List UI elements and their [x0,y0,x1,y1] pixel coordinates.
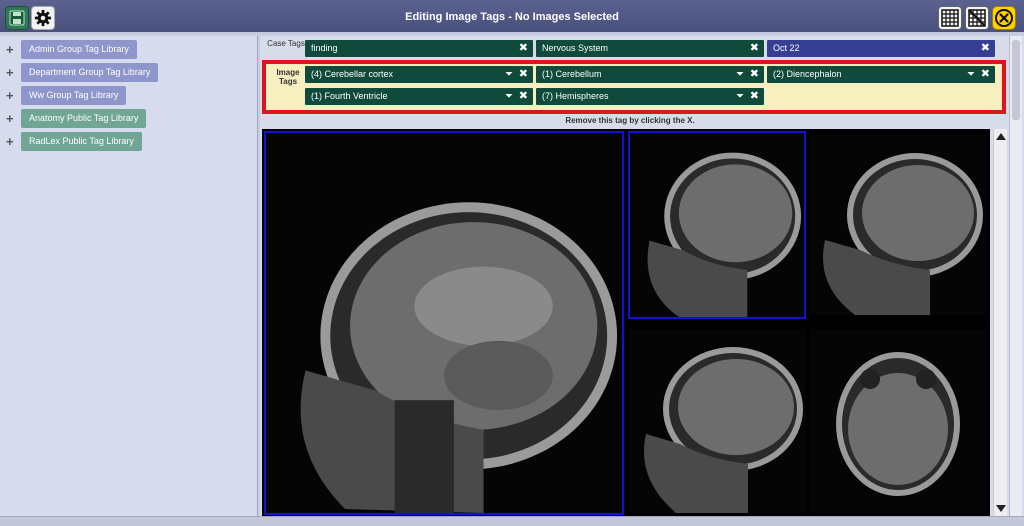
tag-label: Nervous System [542,43,609,53]
case-tag[interactable]: Nervous System ✖ [536,40,764,57]
grid-icon [941,9,959,27]
image-tag[interactable]: (1) Fourth Ventricle ⏷ ✖ [305,88,533,105]
sidebar-item-ww-group[interactable]: + Ww Group Tag Library [6,86,127,105]
mri-sagittal-image [628,329,806,513]
sidebar-item-anatomy-public[interactable]: + Anatomy Public Tag Library [6,109,147,128]
image-thumbnail[interactable] [628,329,806,513]
filter-icon[interactable]: ⏷ [505,66,513,83]
expand-icon[interactable]: + [6,111,18,126]
remove-tag-icon[interactable]: ✖ [750,40,759,57]
panel-scrollbar[interactable] [1009,36,1022,516]
tag-label: (4) Cerebellar cortex [311,69,394,79]
mri-sagittal-image [810,135,986,315]
remove-tag-icon[interactable]: ✖ [519,40,528,57]
expand-icon[interactable]: + [6,42,18,57]
case-tag[interactable]: finding ✖ [305,40,533,57]
mri-sagittal-image [266,133,622,513]
image-tags-label: Image Tags [276,68,300,86]
window-title: Editing Image Tags - No Images Selected [405,11,619,23]
mri-axial-image [810,329,986,513]
expand-icon[interactable]: + [6,88,18,103]
grid-off-icon [968,9,986,27]
tag-label: (1) Fourth Ventricle [311,91,388,101]
sidebar-item-admin-group[interactable]: + Admin Group Tag Library [6,40,137,59]
image-grid [262,129,990,516]
remove-tag-icon[interactable]: ✖ [981,66,990,83]
title-bar: Editing Image Tags - No Images Selected [0,0,1024,34]
image-tags-panel: Image Tags (4) Cerebellar cortex ⏷ ✖ (1)… [262,60,1006,114]
case-tags-label: Case Tags [267,39,305,48]
image-thumbnail[interactable] [810,135,986,315]
remove-tag-icon[interactable]: ✖ [519,88,528,105]
filter-icon[interactable]: ⏷ [505,88,513,105]
filter-icon[interactable]: ⏷ [967,66,975,83]
scroll-down-arrow-icon[interactable] [996,505,1006,512]
tag-label: (7) Hemispheres [542,91,609,101]
image-tag[interactable]: (1) Cerebellum ⏷ ✖ [536,66,764,83]
sidebar-item-department-group[interactable]: + Department Group Tag Library [6,63,159,82]
image-thumbnail[interactable] [628,131,806,319]
case-tag[interactable]: Oct 22 ✖ [767,40,995,57]
sidebar-item-label[interactable]: RadLex Public Tag Library [21,132,142,151]
sidebar-item-label[interactable]: Anatomy Public Tag Library [21,109,147,128]
tag-library-sidebar: + Admin Group Tag Library + Department G… [0,36,258,516]
remove-tag-icon[interactable]: ✖ [519,66,528,83]
sidebar-item-label[interactable]: Ww Group Tag Library [21,86,127,105]
expand-icon[interactable]: + [6,134,18,149]
image-thumbnail[interactable] [810,329,986,513]
tag-label: (1) Cerebellum [542,69,602,79]
tag-label: (2) Diencephalon [773,69,842,79]
image-tag[interactable]: (4) Cerebellar cortex ⏷ ✖ [305,66,533,83]
tag-label: Oct 22 [773,43,800,53]
filter-icon[interactable]: ⏷ [736,88,744,105]
remove-tag-icon[interactable]: ✖ [750,66,759,83]
close-button[interactable] [992,6,1016,30]
remove-tag-icon[interactable]: ✖ [750,88,759,105]
sidebar-item-label[interactable]: Admin Group Tag Library [21,40,137,59]
expand-icon[interactable]: + [6,65,18,80]
status-bar [0,516,1024,526]
app-window: Editing Image Tags - No Images Selected … [0,0,1024,526]
grid-view-button[interactable] [938,6,962,30]
close-circle-icon [995,9,1013,27]
hint-text: Remove this tag by clicking the X. [565,116,695,125]
tag-label: finding [311,43,338,53]
viewer-scrollbar[interactable] [993,129,1007,516]
filter-icon[interactable]: ⏷ [736,66,744,83]
sidebar-item-radlex-public[interactable]: + RadLex Public Tag Library [6,132,142,151]
image-tag[interactable]: (2) Diencephalon ⏷ ✖ [767,66,995,83]
image-thumbnail-large[interactable] [264,131,624,515]
image-tag[interactable]: (7) Hemispheres ⏷ ✖ [536,88,764,105]
scrollbar-thumb[interactable] [1012,40,1020,120]
scroll-up-arrow-icon[interactable] [996,133,1006,140]
mri-sagittal-image [630,133,804,317]
sidebar-item-label[interactable]: Department Group Tag Library [21,63,159,82]
remove-tag-icon[interactable]: ✖ [981,40,990,57]
main-panel: Case Tags finding ✖ Nervous System ✖ Oct… [260,36,1024,516]
no-grid-view-button[interactable] [965,6,989,30]
